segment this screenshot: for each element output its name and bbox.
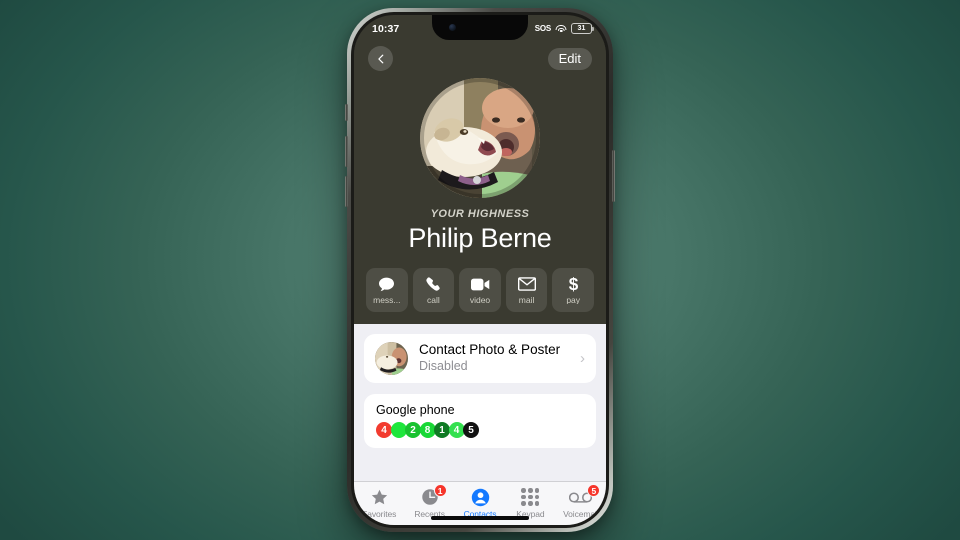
contact-photo-poster-row[interactable]: Contact Photo & Poster Disabled › <box>364 334 596 383</box>
tab-keypad[interactable]: Keypad <box>505 487 555 519</box>
video-camera-icon <box>470 276 490 293</box>
phone-device-frame: 10:37 SOS 31 Edit YOUR HIGHNESS Philip B… <box>345 8 615 532</box>
svg-text:$: $ <box>568 275 578 293</box>
phone-digit-4: 1 <box>434 422 450 438</box>
contact-name: Philip Berne <box>408 223 552 253</box>
status-time: 10:37 <box>372 22 400 35</box>
tab-favorites[interactable]: Favorites <box>354 487 404 519</box>
poster-text-group: Contact Photo & Poster Disabled <box>419 342 576 375</box>
contact-nickname: YOUR HIGHNESS <box>430 208 530 220</box>
action-label: mess... <box>373 295 401 305</box>
action-label: video <box>469 295 491 305</box>
tab-voicemail[interactable]: 5 Voicemail <box>556 484 606 519</box>
avatar[interactable] <box>420 78 540 198</box>
keypad-icon <box>521 487 540 507</box>
phone-handset-icon <box>425 276 441 293</box>
phone-number-card[interactable]: Google phone 428145 <box>364 394 596 448</box>
front-camera-icon <box>449 24 456 31</box>
tab-label: Voicemail <box>563 509 599 519</box>
status-indicators: SOS 31 <box>534 23 594 34</box>
poster-title: Contact Photo & Poster <box>419 342 561 358</box>
person-icon <box>471 487 490 507</box>
action-video-button[interactable]: video <box>459 268 501 312</box>
chevron-left-icon <box>377 54 383 63</box>
tab-label: Favorites <box>362 509 397 519</box>
action-label: mail <box>518 295 535 305</box>
poster-status: Disabled <box>419 359 468 374</box>
contact-details-list: Contact Photo & Poster Disabled › Google… <box>354 324 606 481</box>
dollar-sign-icon: $ <box>568 275 579 293</box>
notch <box>432 15 528 40</box>
quick-actions-row: mess... call video mail $ pay <box>354 268 606 312</box>
navigation-bar: Edit <box>354 40 606 71</box>
power-button[interactable] <box>612 150 615 202</box>
battery-level-label: 31 <box>577 25 586 32</box>
contact-header: Edit YOUR HIGHNESS Philip Berne mess... … <box>354 40 606 324</box>
action-label: pay <box>566 295 581 305</box>
message-bubble-icon <box>378 276 395 293</box>
edit-button[interactable]: Edit <box>547 47 592 70</box>
recents-badge: 1 <box>433 484 447 497</box>
silence-switch[interactable] <box>345 104 348 121</box>
clock-icon: 1 <box>421 484 447 507</box>
phone-screen: 10:37 SOS 31 Edit YOUR HIGHNESS Philip B… <box>354 15 606 525</box>
action-call-button[interactable]: call <box>412 268 455 312</box>
action-label: call <box>427 295 440 305</box>
phone-bezel: 10:37 SOS 31 Edit YOUR HIGHNESS Philip B… <box>351 12 609 528</box>
volume-up-button[interactable] <box>345 136 348 167</box>
phone-label: Google phone <box>376 403 455 417</box>
phone-digit-2: 2 <box>405 422 421 438</box>
voicemail-icon: 5 <box>569 484 601 507</box>
contact-photo-image <box>420 78 540 198</box>
chevron-right-icon: › <box>580 350 585 367</box>
contact-poster-card: Contact Photo & Poster Disabled › <box>364 334 596 383</box>
action-message-button[interactable]: mess... <box>366 268 408 312</box>
poster-thumbnail-photo <box>375 342 408 375</box>
star-icon <box>370 487 389 507</box>
avatar-container <box>354 78 606 198</box>
phone-digit-6: 5 <box>463 422 479 438</box>
phone-number-obscured: 428145 <box>376 422 584 438</box>
envelope-icon <box>517 276 536 293</box>
wifi-icon <box>555 24 567 34</box>
tab-contacts[interactable]: Contacts <box>455 487 505 519</box>
voicemail-badge: 5 <box>587 484 601 497</box>
battery-icon: 31 <box>571 23 594 34</box>
tab-recents[interactable]: 1 Recents <box>404 484 454 519</box>
sos-label: SOS <box>534 24 552 33</box>
volume-down-button[interactable] <box>345 176 348 207</box>
phone-digit-0: 4 <box>376 422 392 438</box>
home-indicator[interactable] <box>431 516 529 520</box>
action-mail-button[interactable]: mail <box>505 268 548 312</box>
back-button[interactable] <box>368 46 393 71</box>
action-pay-button[interactable]: $ pay <box>552 268 594 312</box>
